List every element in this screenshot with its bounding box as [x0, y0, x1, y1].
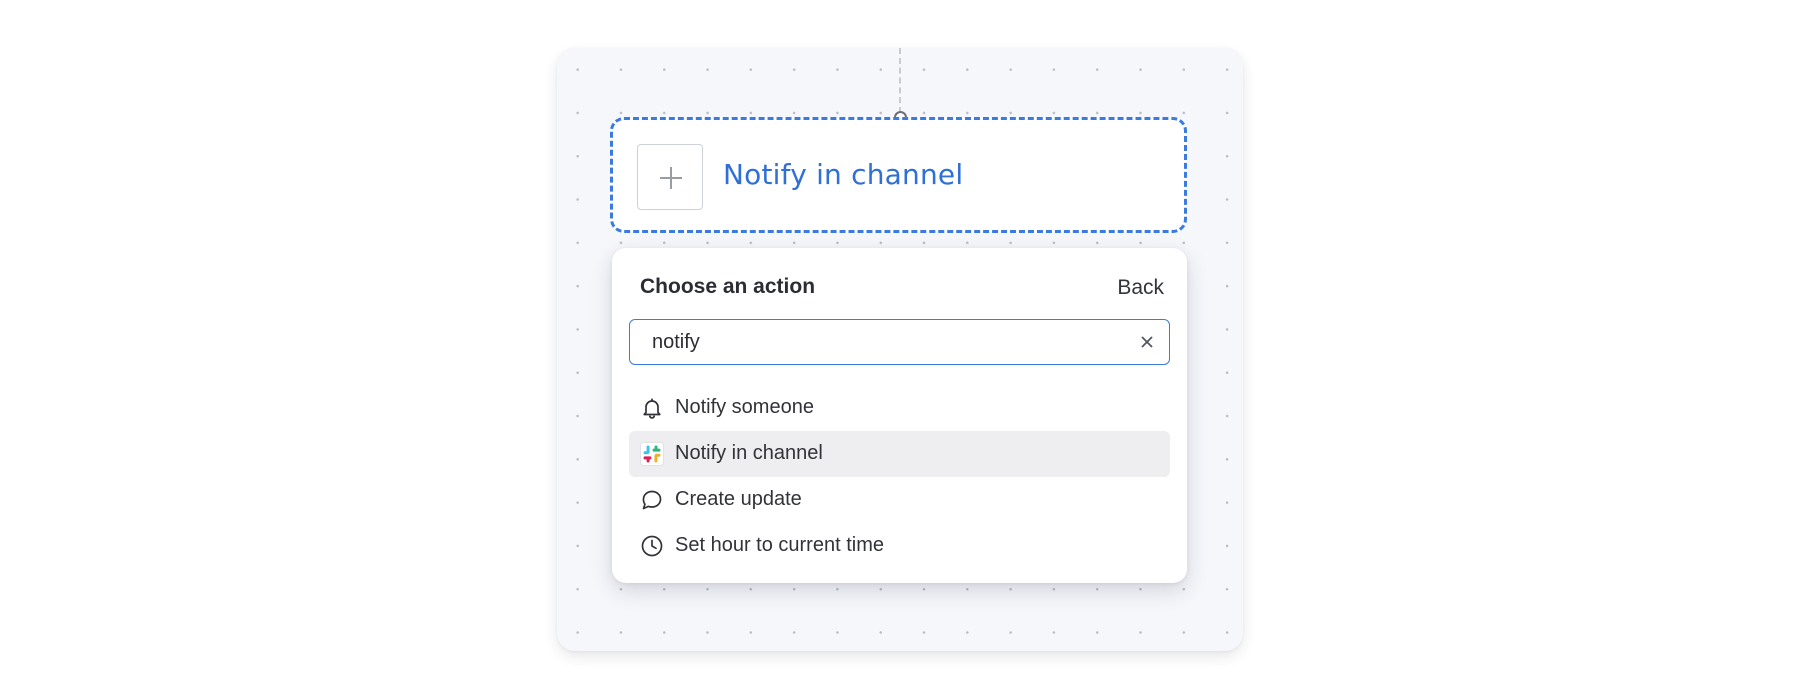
bell-icon — [640, 396, 664, 420]
add-action-button[interactable] — [637, 144, 703, 210]
choose-action-dropdown: Choose an action Back No — [612, 248, 1187, 583]
connector-line — [899, 48, 901, 113]
action-item-label: Notify in channel — [675, 442, 823, 464]
search-field[interactable] — [629, 319, 1170, 365]
slack-icon — [640, 442, 664, 466]
close-icon — [1141, 336, 1153, 348]
action-item-notify-in-channel[interactable]: Notify in channel — [629, 431, 1170, 477]
action-item-set-hour[interactable]: Set hour to current time — [629, 523, 1170, 569]
action-item-label: Notify someone — [675, 396, 814, 418]
speech-bubble-icon — [640, 488, 664, 512]
action-item-create-update[interactable]: Create update — [629, 477, 1170, 523]
clock-icon — [640, 534, 664, 558]
action-list: Notify someone Notify in channel Create … — [629, 385, 1170, 569]
plus-icon — [660, 167, 682, 189]
clear-search-button[interactable] — [1139, 334, 1155, 350]
action-node-placeholder[interactable]: Notify in channel — [610, 117, 1187, 233]
action-item-notify-someone[interactable]: Notify someone — [629, 385, 1170, 431]
dropdown-title: Choose an action — [640, 275, 816, 298]
action-node-title: Notify in channel — [723, 158, 964, 191]
action-item-label: Set hour to current time — [675, 534, 884, 556]
action-item-label: Create update — [675, 488, 802, 510]
workflow-canvas: Notify in channel Choose an action Back — [557, 48, 1243, 651]
back-button[interactable]: Back — [1117, 276, 1164, 300]
search-input[interactable] — [652, 328, 1122, 356]
